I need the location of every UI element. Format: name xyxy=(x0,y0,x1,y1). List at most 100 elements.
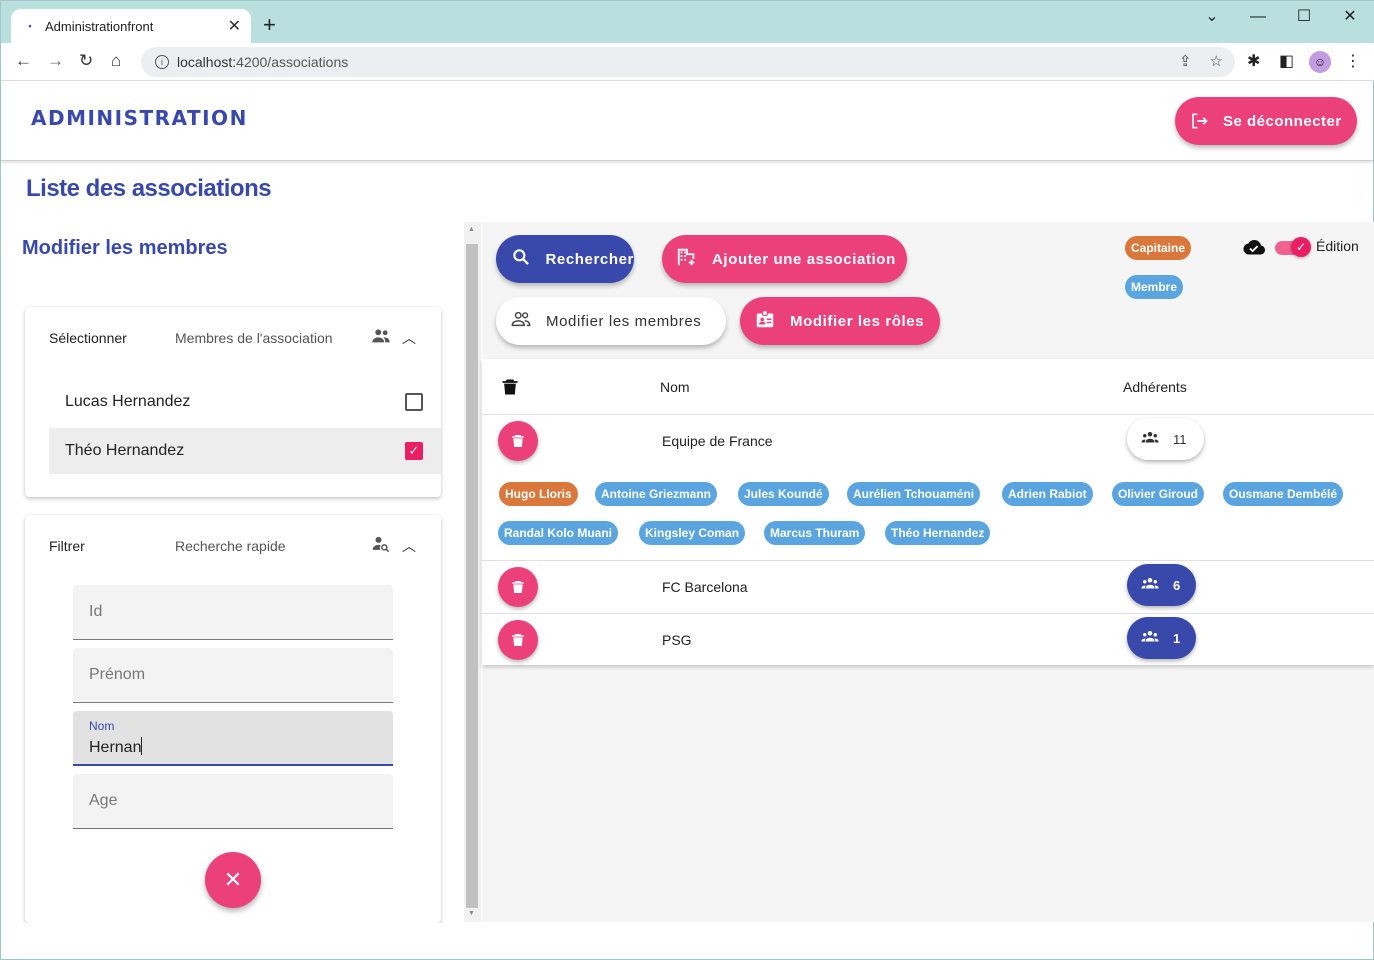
browser-tab[interactable]: ▪ Administrationfront ✕ xyxy=(11,9,251,43)
id-placeholder: Id xyxy=(89,603,103,620)
select-panel-description: Membres de l'association xyxy=(175,330,333,346)
member-chip[interactable]: Antoine Griezmann xyxy=(595,482,718,506)
search-button[interactable]: Rechercher xyxy=(496,235,634,283)
nom-value: Hernan xyxy=(89,739,142,756)
scroll-down-icon[interactable]: ▼ xyxy=(468,910,475,917)
text-caret xyxy=(141,737,143,755)
member-chip[interactable]: Théo Hernandez xyxy=(885,521,991,545)
members-count-button[interactable]: 11 xyxy=(1127,418,1204,460)
edit-members-button[interactable]: Modifier les membres xyxy=(496,297,726,345)
add-association-button[interactable]: Ajouter une association xyxy=(662,235,907,283)
person-search-icon xyxy=(369,534,393,559)
delete-row-button[interactable] xyxy=(498,567,538,607)
member-chip[interactable]: Randal Kolo Muani xyxy=(498,521,618,545)
list-item[interactable]: Lucas Hernandez xyxy=(49,379,441,425)
member-chip[interactable]: Marcus Thuram xyxy=(764,521,866,545)
clear-filters-button[interactable]: ✕ xyxy=(205,852,261,908)
age-placeholder: Age xyxy=(89,792,118,809)
members-count: 1 xyxy=(1173,630,1181,646)
cloud-done-icon xyxy=(1243,240,1265,255)
filter-panel-description: Recherche rapide xyxy=(175,538,286,554)
url-path: 4200/associations xyxy=(236,54,349,70)
window-controls: ⌄ — ☐ ✕ xyxy=(1189,7,1373,27)
profile-avatar[interactable]: ☺ xyxy=(1309,51,1331,73)
members-count: 11 xyxy=(1173,431,1187,447)
trash-icon xyxy=(502,379,518,395)
member-chip[interactable]: Aurélien Tchouaméni xyxy=(847,482,981,506)
select-panel-header[interactable]: Sélectionner Membres de l'association ︿ xyxy=(25,307,441,369)
edit-roles-button[interactable]: Modifier les rôles xyxy=(740,297,940,345)
maximize-button[interactable]: ☐ xyxy=(1281,7,1327,27)
delete-row-button[interactable] xyxy=(498,421,538,461)
home-icon[interactable]: ⌂ xyxy=(111,51,121,71)
close-window-button[interactable]: ✕ xyxy=(1327,7,1373,27)
member-checkbox[interactable] xyxy=(405,393,423,411)
share-icon[interactable]: ⇪ xyxy=(1179,52,1192,70)
favicon-icon: ▪ xyxy=(28,21,32,31)
scroll-up-icon[interactable]: ▲ xyxy=(468,226,475,233)
close-icon: ✕ xyxy=(223,867,243,892)
trash-icon xyxy=(512,634,524,646)
scrollbar-thumb[interactable] xyxy=(466,244,478,908)
browser-toolbar: ← → ↻ ⌂ i localhost: 4200/associations ⇪ … xyxy=(1,43,1374,81)
member-chip[interactable]: Olivier Giroud xyxy=(1112,482,1205,506)
bookmark-star-icon[interactable]: ☆ xyxy=(1210,52,1223,70)
url-host: localhost: xyxy=(177,54,237,70)
tab-title: Administrationfront xyxy=(45,18,154,34)
member-chip[interactable]: Jules Koundé xyxy=(738,482,829,506)
vertical-scrollbar[interactable]: ▲ ▼ xyxy=(464,222,481,922)
member-checkbox[interactable]: ✓ xyxy=(405,442,423,460)
members-count-button[interactable]: 6 xyxy=(1127,564,1196,606)
associations-table: Nom Adhérents Equipe de France 11 Hugo L… xyxy=(482,359,1374,665)
tab-close-icon[interactable]: ✕ xyxy=(228,16,241,36)
group-icon xyxy=(1139,575,1161,596)
app-header: ADMINISTRATION Se déconnecter xyxy=(1,82,1373,161)
prenom-field[interactable]: Prénom xyxy=(73,648,393,703)
row-divider xyxy=(482,560,1374,561)
site-info-icon[interactable]: i xyxy=(155,55,169,69)
extensions-icon[interactable]: ✱ xyxy=(1247,51,1260,71)
forward-icon[interactable]: → xyxy=(47,51,64,71)
edit-roles-label: Modifier les rôles xyxy=(790,312,925,330)
new-tab-button[interactable]: + xyxy=(263,13,276,37)
edit-toggle[interactable]: ✓ xyxy=(1275,237,1311,257)
member-chip-captain[interactable]: Hugo Lloris xyxy=(499,482,578,506)
list-item[interactable]: Théo Hernandez ✓ xyxy=(49,428,441,474)
filter-panel-header[interactable]: Filtrer Recherche rapide ︿ xyxy=(25,515,441,577)
member-chip[interactable]: Ousmane Dembélé xyxy=(1223,482,1344,506)
header-divider xyxy=(482,414,1374,415)
page-title: Liste des associations xyxy=(26,175,272,202)
legend-captain-chip: Capitaine xyxy=(1125,236,1192,260)
members-column-header[interactable]: Adhérents xyxy=(1123,359,1187,415)
reload-icon[interactable]: ↻ xyxy=(79,51,93,71)
section-title: Modifier les membres xyxy=(22,237,228,259)
collapse-chevron-icon[interactable]: ︿ xyxy=(401,536,417,556)
collapse-chevron-icon[interactable]: ︿ xyxy=(401,328,417,348)
address-bar[interactable]: i localhost: 4200/associations ⇪ ☆ xyxy=(141,47,1235,77)
nom-field[interactable]: Nom Hernan xyxy=(73,711,393,766)
group-icon xyxy=(369,325,393,352)
delete-row-button[interactable] xyxy=(498,620,538,660)
side-panel-icon[interactable]: ◧ xyxy=(1279,51,1294,71)
member-name: Théo Hernandez xyxy=(65,442,185,459)
filter-panel-title: Filtrer xyxy=(49,538,85,554)
row-divider xyxy=(482,613,1374,614)
tab-search-icon[interactable]: ⌄ xyxy=(1189,7,1235,27)
members-count-button[interactable]: 1 xyxy=(1127,617,1196,659)
delete-column-header xyxy=(500,359,520,415)
select-panel-title: Sélectionner xyxy=(49,330,127,346)
prenom-placeholder: Prénom xyxy=(89,666,146,683)
age-field[interactable]: Age xyxy=(73,774,393,829)
back-icon[interactable]: ← xyxy=(15,51,32,71)
legend-member-chip: Membre xyxy=(1125,275,1184,299)
menu-kebab-icon[interactable]: ⋮ xyxy=(1345,51,1361,71)
association-name: FC Barcelona xyxy=(662,579,748,595)
logout-button[interactable]: Se déconnecter xyxy=(1175,97,1357,145)
minimize-button[interactable]: — xyxy=(1235,7,1281,27)
id-field[interactable]: Id xyxy=(73,585,393,640)
name-column-header[interactable]: Nom xyxy=(660,359,690,415)
member-chip[interactable]: Kingsley Coman xyxy=(639,521,746,545)
logout-label: Se déconnecter xyxy=(1223,112,1342,130)
nom-value-wrap: Hernan xyxy=(89,737,143,757)
member-chip[interactable]: Adrien Rabiot xyxy=(1002,482,1093,506)
